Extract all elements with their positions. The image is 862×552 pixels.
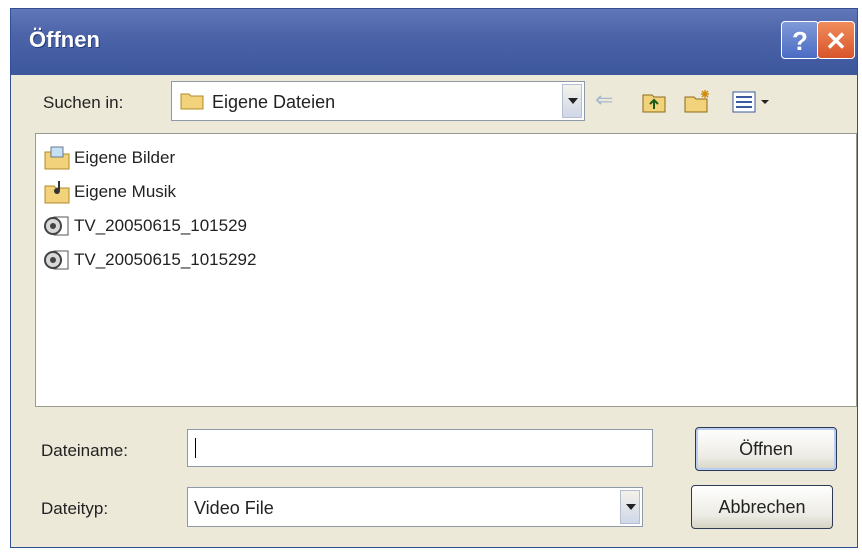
look-in-dropdown[interactable]: Eigene Dateien <box>171 81 585 121</box>
text-caret <box>195 438 196 458</box>
video-file-icon <box>44 250 69 270</box>
file-list[interactable]: Eigene Bilder Eigene Musik TV_20050615_1… <box>35 133 857 407</box>
folder-icon <box>180 93 204 110</box>
up-folder-icon[interactable] <box>641 89 667 115</box>
filetype-dropdown[interactable]: Video File <box>187 487 643 527</box>
title-bar[interactable]: Öffnen ? ✕ <box>11 9 857 75</box>
help-button[interactable]: ? <box>781 21 819 59</box>
look-in-value: Eigene Dateien <box>212 92 336 112</box>
open-dialog: Öffnen ? ✕ Suchen in: Eigene Dateien ⇐ E… <box>10 8 858 548</box>
file-name: Eigene Musik <box>74 182 177 201</box>
chevron-down-icon[interactable] <box>620 490 640 524</box>
video-file-icon <box>44 216 69 236</box>
file-name: TV_20050615_101529 <box>74 216 247 235</box>
music-folder-icon <box>44 181 70 204</box>
new-folder-icon[interactable] <box>683 89 711 115</box>
chevron-down-icon[interactable] <box>562 84 582 118</box>
back-icon[interactable]: ⇐ <box>595 87 617 113</box>
filetype-value: Video File <box>194 498 274 518</box>
open-button[interactable]: Öffnen <box>695 427 837 471</box>
close-button[interactable]: ✕ <box>817 21 855 59</box>
views-menu-icon[interactable] <box>731 89 771 115</box>
filename-input[interactable] <box>187 429 653 467</box>
filetype-label: Dateityp: <box>41 499 109 518</box>
file-name: Eigene Bilder <box>74 148 176 167</box>
look-in-label: Suchen in: <box>43 93 124 112</box>
dialog-title: Öffnen <box>29 27 100 52</box>
cancel-button[interactable]: Abbrechen <box>691 485 833 529</box>
file-name: TV_20050615_1015292 <box>74 250 257 269</box>
pictures-folder-icon <box>44 146 70 170</box>
filename-label: Dateiname: <box>41 441 128 460</box>
